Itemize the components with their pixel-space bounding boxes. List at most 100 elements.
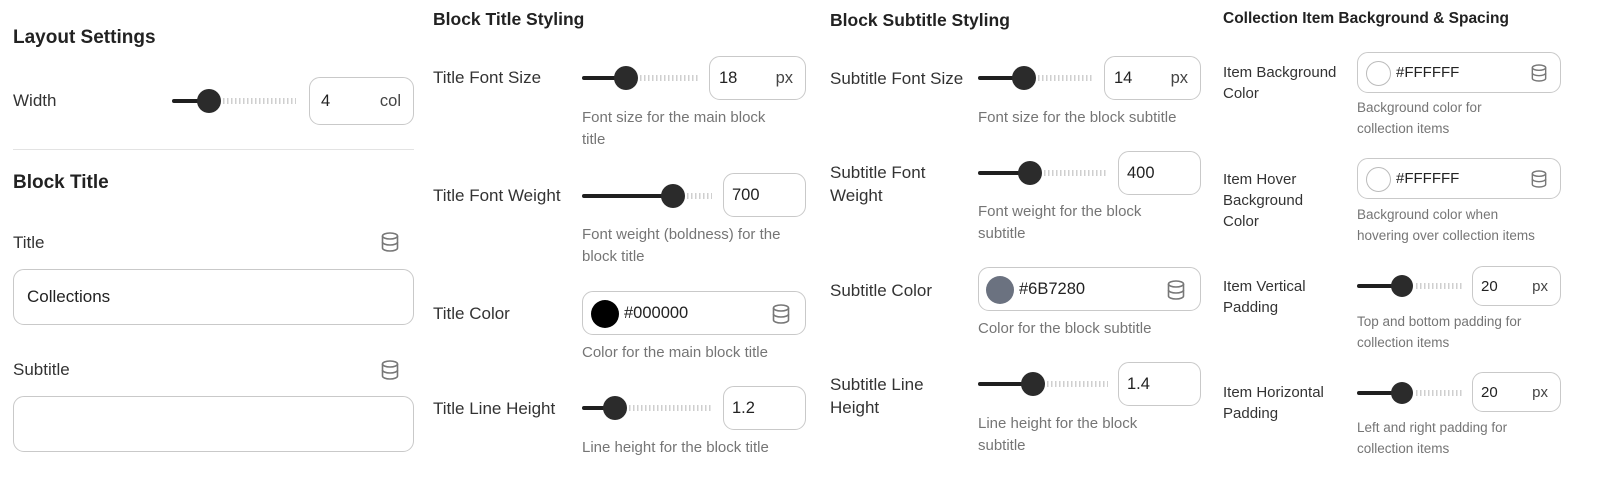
- label-line: Padding: [1223, 405, 1279, 422]
- item-h-padding-input[interactable]: 20 px: [1472, 372, 1561, 412]
- subtitle-font-size-label: Subtitle Font Size: [830, 69, 964, 88]
- help-line: Color for the block subtitle: [978, 320, 1152, 337]
- subtitle-color-label: Subtitle Color: [830, 281, 933, 300]
- title-color-value: #000000: [624, 303, 689, 322]
- title-line-height-slider[interactable]: [582, 396, 712, 420]
- help-line: Line height for the block: [978, 415, 1138, 432]
- database-icon[interactable]: [381, 360, 399, 380]
- width-slider-thumb[interactable]: [197, 89, 221, 113]
- title-input-value: Collections: [27, 287, 111, 306]
- item-h-padding-label: Item Horizontal Padding: [1223, 382, 1324, 424]
- title-color-input[interactable]: #000000: [582, 291, 806, 335]
- subtitle-line-height-value: 1.4: [1127, 374, 1150, 393]
- subtitle-font-weight-slider[interactable]: [978, 161, 1108, 185]
- subtitle-line-height-input[interactable]: 1.4: [1118, 362, 1201, 406]
- item-v-padding-help: Top and bottom padding for collection it…: [1357, 312, 1521, 353]
- item-h-padding-value: 20: [1481, 383, 1498, 401]
- item-h-padding-thumb[interactable]: [1391, 382, 1413, 404]
- help-line: Font size for the block subtitle: [978, 109, 1177, 126]
- title-font-size-slider[interactable]: [582, 66, 698, 90]
- item-hover-color-input[interactable]: #FFFFFF: [1357, 158, 1561, 199]
- title-line-height-label: Title Line Height: [433, 399, 556, 418]
- subtitle-color-value: #6B7280: [1019, 279, 1086, 298]
- help-line: collection items: [1357, 120, 1450, 136]
- item-bg-color-input[interactable]: #FFFFFF: [1357, 52, 1561, 93]
- title-font-weight-input[interactable]: 700: [723, 173, 806, 217]
- help-line: Line height for the block title: [582, 439, 769, 456]
- collection-item-heading: Collection Item Background & Spacing: [1223, 10, 1509, 27]
- title-font-weight-label: Title Font Weight: [433, 186, 561, 205]
- label-line: Weight: [830, 186, 883, 205]
- subtitle-line-height-slider[interactable]: [978, 372, 1108, 396]
- item-v-padding-input[interactable]: 20 px: [1472, 266, 1561, 306]
- title-font-size-thumb[interactable]: [614, 66, 638, 90]
- database-icon[interactable]: [381, 232, 399, 252]
- layout-settings-heading: Layout Settings: [13, 27, 156, 48]
- subtitle-font-weight-help: Font weight for the block subtitle: [978, 201, 1141, 245]
- item-v-padding-unit: px: [1532, 277, 1548, 295]
- help-line: Font size for the main block: [582, 109, 766, 126]
- title-font-size-input[interactable]: 18 px: [709, 56, 806, 100]
- title-color-help: Color for the main block title: [582, 342, 768, 364]
- title-font-weight-slider[interactable]: [582, 184, 712, 208]
- width-input[interactable]: 4 col: [309, 77, 414, 125]
- subtitle-font-weight-input[interactable]: 400: [1118, 151, 1201, 195]
- item-bg-color-swatch[interactable]: [1366, 61, 1391, 86]
- label-line: Item Hover: [1223, 171, 1297, 188]
- database-icon[interactable]: [1531, 64, 1547, 82]
- item-hover-color-swatch[interactable]: [1366, 167, 1391, 192]
- subtitle-font-size-thumb[interactable]: [1012, 66, 1036, 90]
- help-line: block title: [582, 248, 645, 265]
- title-color-label: Title Color: [433, 304, 510, 323]
- subtitle-font-size-input[interactable]: 14 px: [1104, 56, 1201, 100]
- help-line: hovering over collection items: [1357, 227, 1535, 243]
- title-input[interactable]: Collections: [13, 269, 414, 325]
- title-line-height-input[interactable]: 1.2: [723, 386, 806, 430]
- database-icon[interactable]: [772, 304, 790, 324]
- database-icon[interactable]: [1167, 280, 1185, 300]
- help-line: subtitle: [978, 225, 1026, 242]
- subtitle-font-weight-thumb[interactable]: [1018, 161, 1042, 185]
- item-h-padding-slider[interactable]: [1357, 381, 1463, 405]
- subtitle-color-help: Color for the block subtitle: [978, 318, 1151, 340]
- title-line-height-help: Line height for the block title: [582, 437, 769, 459]
- title-font-size-label: Title Font Size: [433, 68, 542, 87]
- help-line: collection items: [1357, 334, 1450, 350]
- help-line: Background color for: [1357, 100, 1482, 115]
- subtitle-font-size-unit: px: [1170, 68, 1188, 87]
- item-v-padding-thumb[interactable]: [1391, 275, 1413, 297]
- subtitle-line-height-thumb[interactable]: [1021, 372, 1045, 396]
- title-line-height-value: 1.2: [732, 398, 755, 417]
- block-title-heading: Block Title: [13, 172, 109, 193]
- item-hover-color-label: Item Hover Background Color: [1223, 169, 1303, 232]
- title-font-weight-thumb[interactable]: [661, 184, 685, 208]
- subtitle-line-height-label: Subtitle Line Height: [830, 373, 924, 419]
- label-line: Subtitle Font: [830, 163, 926, 182]
- subtitle-input[interactable]: [13, 396, 414, 452]
- width-label: Width: [13, 91, 57, 110]
- help-line: subtitle: [978, 437, 1026, 454]
- subtitle-font-size-slider[interactable]: [978, 66, 1094, 90]
- help-line: Background color when: [1357, 207, 1499, 222]
- width-value: 4: [321, 91, 331, 110]
- title-color-swatch[interactable]: [591, 300, 619, 328]
- width-slider[interactable]: [172, 89, 296, 113]
- title-line-height-thumb[interactable]: [603, 396, 627, 420]
- subtitle-color-input[interactable]: #6B7280: [978, 267, 1201, 311]
- item-v-padding-slider[interactable]: [1357, 274, 1463, 298]
- subtitle-field-label: Subtitle: [13, 360, 70, 379]
- database-icon[interactable]: [1531, 170, 1547, 188]
- help-line: title: [582, 131, 606, 148]
- help-line: Left and right padding for: [1357, 420, 1508, 435]
- title-field-label: Title: [13, 233, 45, 252]
- item-bg-color-help: Background color for collection items: [1357, 98, 1482, 139]
- item-v-padding-label: Item Vertical Padding: [1223, 276, 1306, 318]
- section-divider: [13, 149, 414, 150]
- title-font-weight-help: Font weight (boldness) for the block tit…: [582, 224, 780, 268]
- help-line: Color for the main block title: [582, 344, 768, 361]
- width-unit: col: [379, 91, 401, 110]
- subtitle-color-swatch[interactable]: [986, 276, 1014, 304]
- title-styling-heading: Block Title Styling: [433, 9, 585, 29]
- subtitle-font-size-help: Font size for the block subtitle: [978, 107, 1176, 129]
- label-line: Height: [830, 398, 880, 417]
